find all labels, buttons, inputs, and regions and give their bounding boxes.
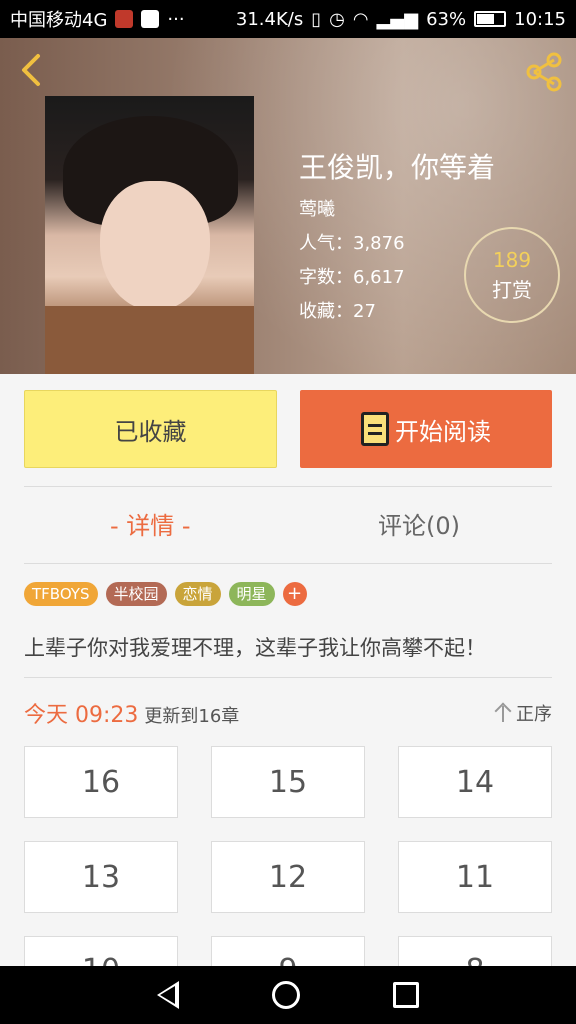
popularity-stat: 人气：3,876 — [299, 233, 405, 254]
favorites-stat: 收藏：27 — [299, 301, 376, 322]
tab-comments[interactable]: 评论(0) — [378, 506, 460, 541]
sort-order-label: 正序 — [516, 704, 552, 725]
sort-order-toggle[interactable]: 正序 — [494, 700, 552, 726]
tag-semi-campus[interactable]: 半校园 — [105, 582, 167, 606]
nav-back-icon[interactable] — [156, 981, 179, 1009]
favorite-button[interactable]: 已收藏 — [24, 390, 277, 468]
share-icon[interactable] — [522, 50, 566, 94]
divider — [24, 677, 552, 678]
chapter-button[interactable]: 14 — [398, 746, 552, 818]
favorite-button-label: 已收藏 — [114, 417, 187, 446]
network-speed: 31.4K/s — [235, 8, 304, 30]
qq-icon — [141, 10, 160, 28]
chapter-button[interactable]: 16 — [24, 746, 178, 818]
battery-percent: 63% — [426, 8, 467, 30]
nav-home-icon[interactable] — [271, 981, 300, 1009]
update-text: 更新到16章 — [144, 706, 240, 727]
system-navigation-bar — [0, 966, 576, 1024]
start-reading-label: 开始阅读 — [395, 417, 491, 446]
chapter-button[interactable]: 15 — [211, 746, 365, 818]
start-reading-button[interactable]: 开始阅读 — [300, 390, 552, 468]
book-title: 王俊凯，你等着 — [299, 151, 496, 184]
chapter-button[interactable]: 11 — [398, 841, 552, 913]
vibrate-icon: ▯ — [311, 8, 322, 30]
reward-label: 打赏 — [492, 277, 532, 302]
update-info: 今天 09:23 更新到16章 — [24, 697, 239, 729]
reward-button[interactable]: 189 打赏 — [464, 227, 560, 323]
tab-details[interactable]: - 详情 - — [110, 506, 191, 541]
book-icon — [361, 412, 389, 446]
word-count-stat: 字数：6,617 — [299, 267, 405, 288]
tag-star[interactable]: 明星 — [228, 582, 275, 606]
carrier-label: 中国移动4G — [10, 10, 108, 31]
divider — [24, 563, 552, 564]
signal-icon: ▂▄▆ — [376, 8, 419, 30]
more-notifications-icon: ··· — [167, 8, 185, 30]
book-description: 上辈子你对我爱理不理，这辈子我让你高攀不起！ — [24, 636, 486, 660]
book-cover-image — [45, 96, 254, 374]
tag-tfboys[interactable]: TFBOYS — [24, 582, 98, 606]
chapter-button[interactable]: 13 — [24, 841, 178, 913]
reward-count: 189 — [492, 247, 532, 272]
book-header: 王俊凯，你等着 莺曦 人气：3,876 字数：6,617 收藏：27 189 打… — [0, 38, 576, 374]
update-time: 今天 09:23 — [24, 703, 139, 728]
status-bar: 中国移动4G ··· 31.4K/s ▯ ◷ ◠ ▂▄▆ 63% 10:15 — [0, 0, 576, 38]
tag-list: TFBOYS 半校园 恋情 明星 + — [24, 582, 307, 606]
book-author[interactable]: 莺曦 — [299, 195, 335, 221]
alarm-icon: ◷ — [329, 8, 345, 30]
clock: 10:15 — [514, 8, 566, 30]
add-tag-button[interactable]: + — [282, 582, 307, 606]
tag-romance[interactable]: 恋情 — [174, 582, 221, 606]
divider — [24, 486, 552, 487]
sort-arrow-up-icon — [494, 703, 512, 723]
notification-app-icon — [115, 10, 134, 28]
battery-icon — [474, 11, 507, 27]
nav-recent-apps-icon[interactable] — [393, 982, 420, 1008]
wifi-icon: ◠ — [352, 8, 369, 30]
chapter-button[interactable]: 12 — [211, 841, 365, 913]
back-arrow-icon[interactable] — [12, 50, 52, 90]
